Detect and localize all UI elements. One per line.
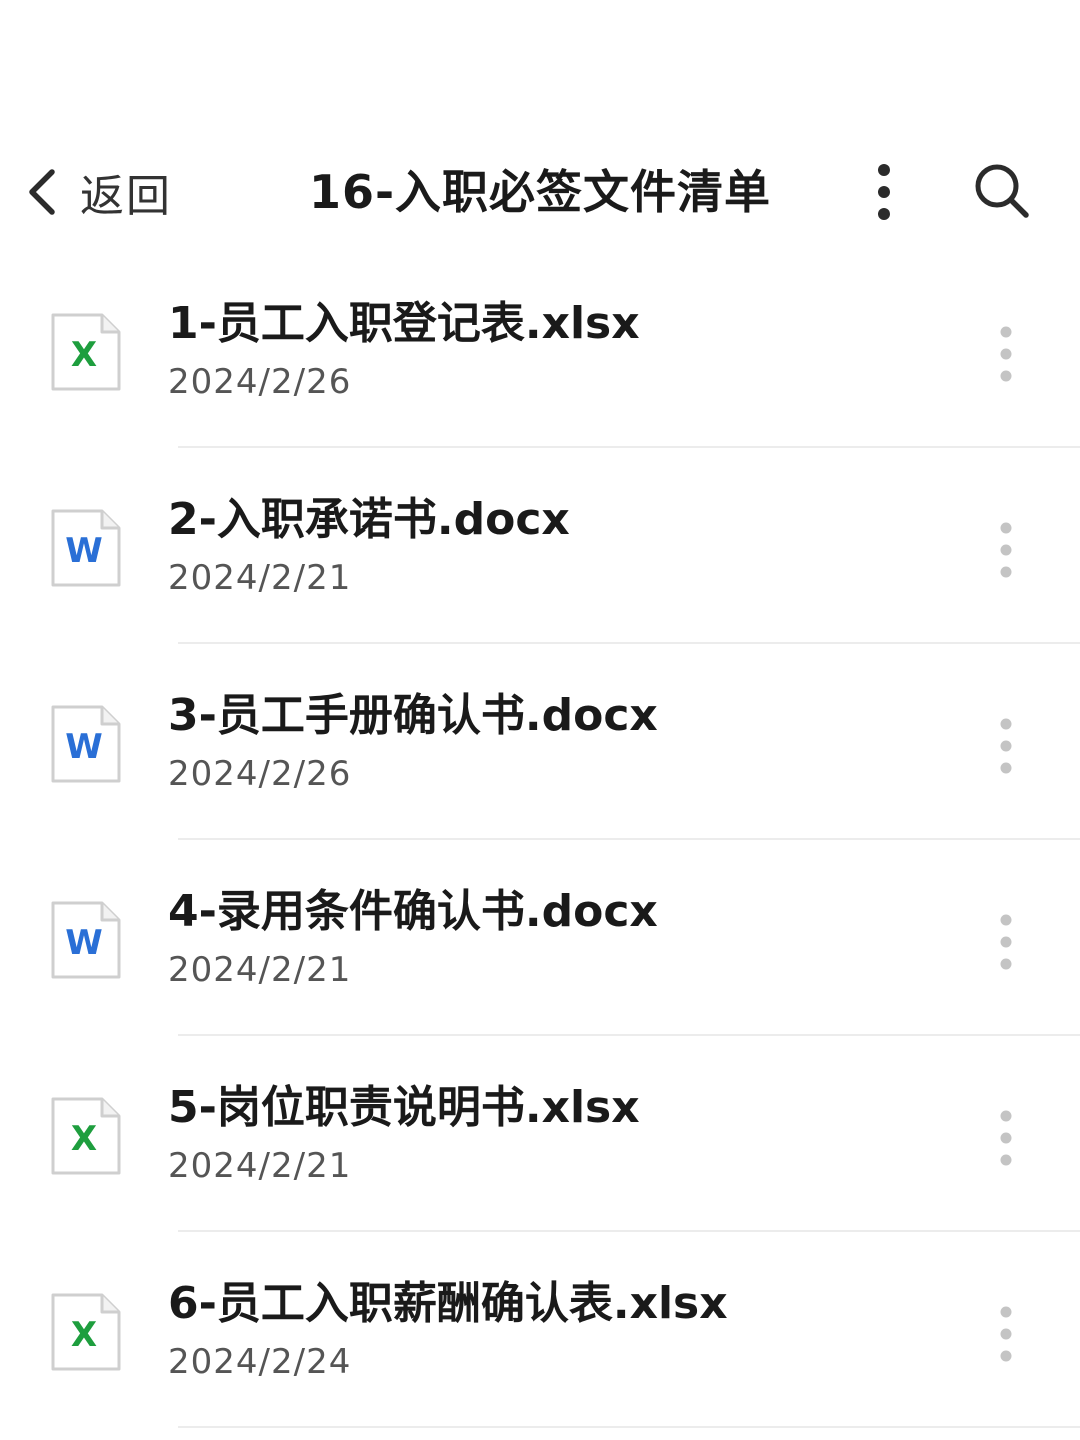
word-file-icon: W — [51, 901, 121, 979]
file-type-badge: X — [71, 335, 97, 375]
back-label: 返回 — [80, 171, 172, 222]
search-button[interactable] — [966, 158, 1038, 224]
page-title: 16-入职必签文件清单 — [308, 165, 772, 219]
file-type-badge: W — [65, 727, 103, 767]
file-type-badge: X — [71, 1119, 97, 1159]
file-type-badge: W — [65, 923, 103, 963]
excel-file-icon: X — [51, 313, 121, 391]
file-date: 2024/2/26 — [168, 754, 352, 794]
file-name: 1-员工入职登记表.xlsx — [168, 298, 640, 349]
file-row[interactable]: X 6-员工入职薪酬确认表.xlsx 2024/2/24 — [0, 1232, 1080, 1428]
file-more-button[interactable] — [986, 1296, 1026, 1372]
file-more-button[interactable] — [986, 904, 1026, 980]
file-row[interactable]: W 4-录用条件确认书.docx 2024/2/21 — [0, 840, 1080, 1036]
more-vertical-icon — [1000, 914, 1012, 970]
more-vertical-icon — [1000, 1306, 1012, 1362]
more-vertical-icon — [1000, 718, 1012, 774]
excel-file-icon: X — [51, 1293, 121, 1371]
file-date: 2024/2/24 — [168, 1342, 352, 1382]
more-vertical-icon — [878, 164, 890, 220]
file-name: 6-员工入职薪酬确认表.xlsx — [168, 1278, 728, 1329]
file-row[interactable]: X 5-岗位职责说明书.xlsx 2024/2/21 — [0, 1036, 1080, 1232]
file-name: 5-岗位职责说明书.xlsx — [168, 1082, 640, 1133]
file-row[interactable]: W 2-入职承诺书.docx 2024/2/21 — [0, 448, 1080, 644]
excel-file-icon: X — [51, 1097, 121, 1175]
file-list-page: 返回 16-入职必签文件清单 X 1-员工入职登记表.xlsx 2024/2/2… — [0, 0, 1080, 1440]
chevron-left-icon — [29, 169, 55, 215]
file-list: X 1-员工入职登记表.xlsx 2024/2/26 W 2-入职承诺书.doc… — [0, 252, 1080, 1428]
back-button[interactable]: 返回 — [22, 160, 172, 224]
more-vertical-icon — [1000, 326, 1012, 382]
file-name: 4-录用条件确认书.docx — [168, 886, 658, 937]
file-name: 2-入职承诺书.docx — [168, 494, 570, 545]
file-more-button[interactable] — [986, 316, 1026, 392]
word-file-icon: W — [51, 509, 121, 587]
file-date: 2024/2/21 — [168, 1146, 352, 1186]
file-more-button[interactable] — [986, 1100, 1026, 1176]
file-name: 3-员工手册确认书.docx — [168, 690, 658, 741]
more-vertical-icon — [1000, 522, 1012, 578]
file-date: 2024/2/21 — [168, 558, 352, 598]
header-more-button[interactable] — [862, 160, 906, 224]
file-more-button[interactable] — [986, 708, 1026, 784]
file-date: 2024/2/21 — [168, 950, 352, 990]
word-file-icon: W — [51, 705, 121, 783]
file-more-button[interactable] — [986, 512, 1026, 588]
file-date: 2024/2/26 — [168, 362, 352, 402]
file-type-badge: W — [65, 531, 103, 571]
file-row[interactable]: W 3-员工手册确认书.docx 2024/2/26 — [0, 644, 1080, 840]
row-divider — [178, 1426, 1080, 1428]
file-type-badge: X — [71, 1315, 97, 1355]
top-nav-bar: 返回 16-入职必签文件清单 — [0, 130, 1080, 250]
search-icon — [975, 164, 1029, 218]
file-row[interactable]: X 1-员工入职登记表.xlsx 2024/2/26 — [0, 252, 1080, 448]
more-vertical-icon — [1000, 1110, 1012, 1166]
